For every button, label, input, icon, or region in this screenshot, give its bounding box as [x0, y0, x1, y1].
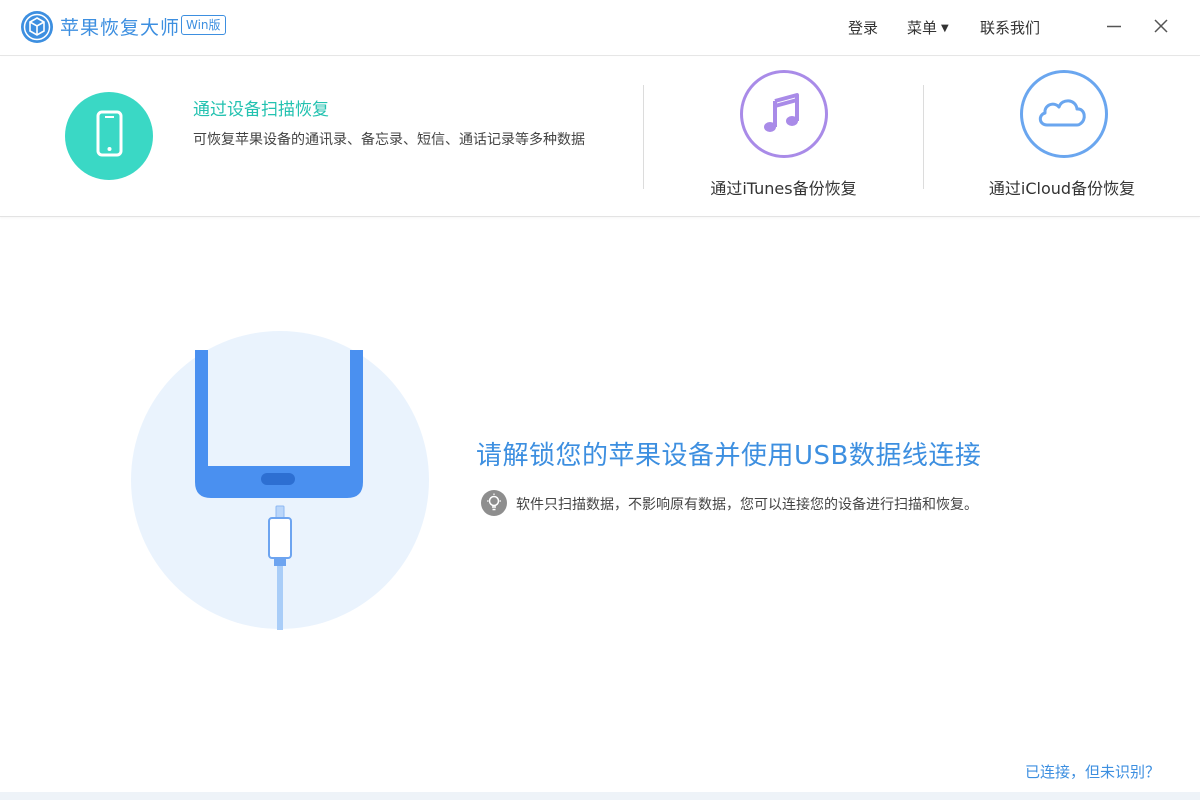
- app-title: 苹果恢复大师: [60, 17, 181, 39]
- itunes-mode-label: 通过iTunes备份恢复: [710, 179, 857, 198]
- scan-mode-badge: [65, 92, 153, 180]
- close-icon[interactable]: [1149, 14, 1173, 38]
- connect-instruction-title: 请解锁您的苹果设备并使用USB数据线连接: [476, 441, 982, 471]
- tip-text: 软件只扫描数据，不影响原有数据，您可以连接您的设备进行扫描和恢复。: [516, 497, 978, 513]
- recovery-mode-bar: 通过设备扫描恢复 可恢复苹果设备的通讯录、备忘录、短信、通话记录等多种数据 通过…: [0, 57, 1200, 217]
- connected-not-recognized-link[interactable]: 已连接，但未识别？: [1025, 761, 1160, 782]
- menu-dropdown[interactable]: 菜单 ▼: [907, 17, 949, 38]
- cloud-icon: [1038, 99, 1086, 127]
- app-logo-icon: [21, 11, 53, 43]
- menu-label: 菜单: [907, 19, 938, 37]
- phone-icon: [96, 110, 123, 157]
- icloud-mode-label: 通过iCloud备份恢复: [988, 179, 1136, 198]
- scan-mode-title: 通过设备扫描恢复: [193, 100, 329, 120]
- music-note-icon: [764, 93, 799, 132]
- bottom-strip: [0, 792, 1200, 800]
- title-bar: 苹果恢复大师 Win版 登录 菜单 ▼ 联系我们: [0, 0, 1200, 56]
- minimize-icon[interactable]: [1102, 14, 1126, 38]
- caret-down-icon: ▼: [941, 23, 949, 34]
- itunes-backup-mode-option[interactable]: 通过iTunes备份恢复: [644, 57, 923, 217]
- device-scan-mode-option[interactable]: 通过设备扫描恢复 可恢复苹果设备的通讯录、备忘录、短信、通话记录等多种数据: [0, 57, 640, 217]
- lightbulb-icon: [481, 490, 507, 516]
- edition-badge: Win版: [181, 15, 226, 35]
- scan-mode-description: 可恢复苹果设备的通讯录、备忘录、短信、通话记录等多种数据: [193, 132, 585, 148]
- login-link[interactable]: 登录: [848, 17, 878, 38]
- contact-us-link[interactable]: 联系我们: [980, 17, 1040, 38]
- itunes-mode-badge: [740, 70, 828, 158]
- icloud-mode-badge: [1020, 70, 1108, 158]
- icloud-backup-mode-option[interactable]: 通过iCloud备份恢复: [924, 57, 1200, 217]
- connect-phone-illustration: [131, 331, 429, 630]
